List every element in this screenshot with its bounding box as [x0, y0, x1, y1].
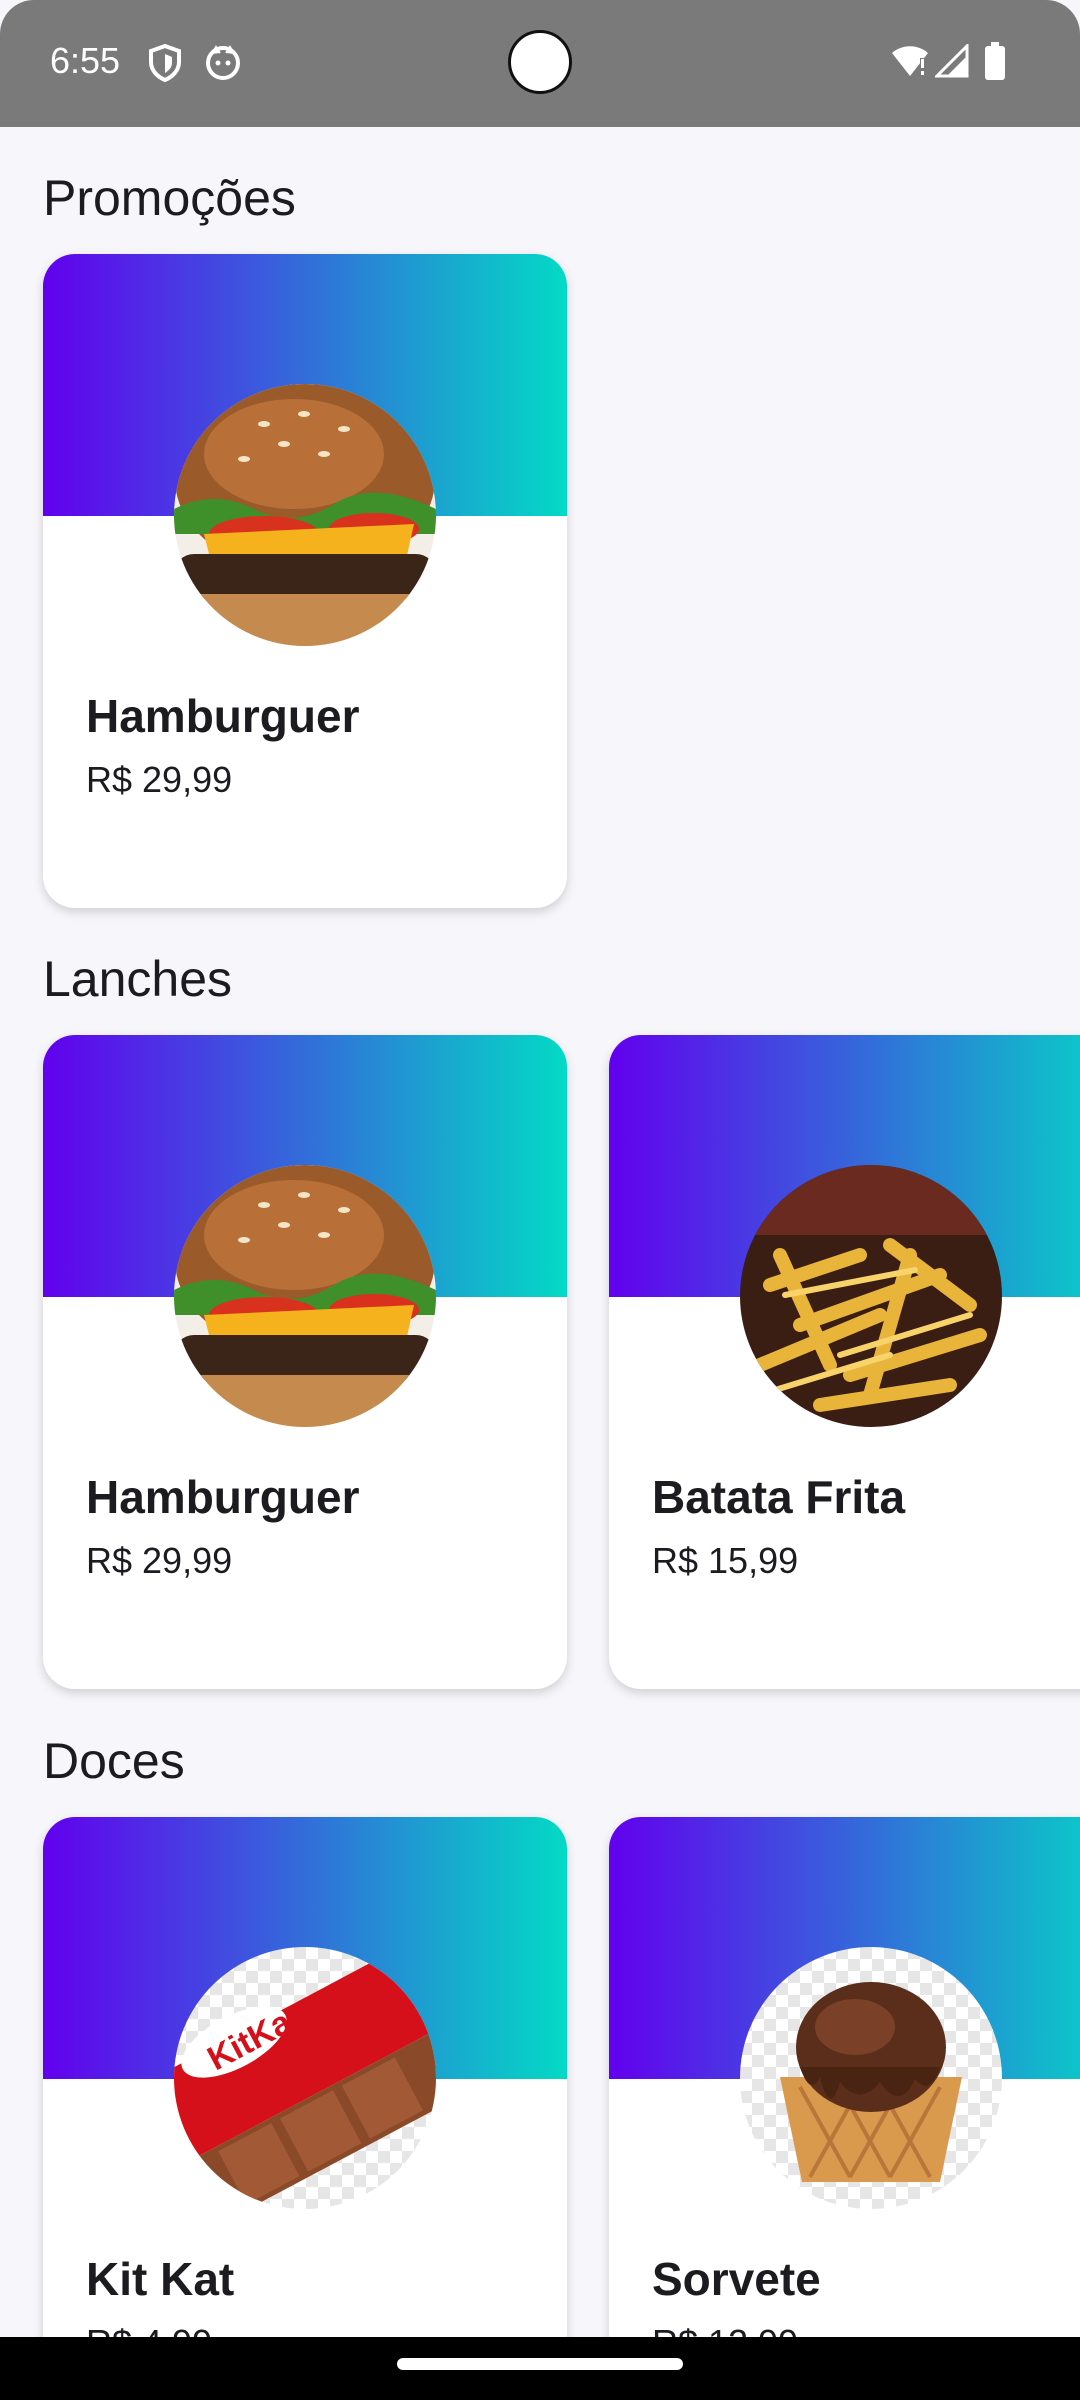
- shield-icon: [149, 44, 181, 82]
- section-title-doces: Doces: [43, 1733, 185, 1789]
- product-card-hamburguer[interactable]: Hamburguer R$ 29,99: [43, 254, 567, 908]
- fries-photo: [740, 1165, 1002, 1427]
- status-bar: 6:55: [0, 0, 1080, 127]
- product-price: R$ 12,99: [652, 2322, 798, 2337]
- product-name: Hamburguer: [86, 1471, 360, 1523]
- hamburger-photo: [174, 384, 436, 646]
- product-card-batata-frita[interactable]: Batata Frita R$ 15,99: [609, 1035, 1080, 1689]
- product-name: Kit Kat: [86, 2253, 235, 2305]
- product-price: R$ 15,99: [652, 1540, 799, 1581]
- ice-cream-photo: [740, 1947, 1002, 2209]
- cat-notification-icon: [206, 45, 240, 80]
- lanches-row[interactable]: Hamburguer R$ 29,99 Batata Frita R$ 15,9…: [0, 1035, 1080, 1695]
- product-card-sorvete[interactable]: Sorvete R$ 12,99: [609, 1817, 1080, 2337]
- product-price: R$ 29,99: [86, 1540, 233, 1581]
- wifi-alert-icon: [892, 46, 928, 76]
- hamburger-photo: [174, 1165, 436, 1427]
- navigation-bar: [0, 2337, 1080, 2400]
- promocoes-row[interactable]: Hamburguer R$ 29,99: [0, 254, 1080, 914]
- section-title-lanches: Lanches: [43, 951, 233, 1007]
- section-title-promocoes: Promoções: [43, 170, 296, 226]
- product-name: Sorvete: [652, 2253, 821, 2305]
- menu-content[interactable]: Promoções Hamburguer R$ 29,99 Lanches Ha…: [0, 127, 1080, 2337]
- camera-cutout: [508, 30, 572, 94]
- doces-row[interactable]: KitKat Kit Kat R$ 4,99: [0, 1817, 1080, 2337]
- product-price: R$ 4,99: [86, 2322, 212, 2337]
- product-card-hamburguer[interactable]: Hamburguer R$ 29,99: [43, 1035, 567, 1689]
- status-time: 6:55: [50, 40, 121, 81]
- product-card-kit-kat[interactable]: KitKat Kit Kat R$ 4,99: [43, 1817, 567, 2337]
- home-gesture-handle[interactable]: [397, 2358, 683, 2370]
- product-name: Hamburguer: [86, 690, 360, 742]
- product-name: Batata Frita: [652, 1471, 906, 1523]
- battery-icon: [985, 42, 1005, 80]
- kitkat-photo: KitKat: [174, 1947, 436, 2209]
- product-price: R$ 29,99: [86, 759, 233, 800]
- signal-icon: [935, 44, 969, 78]
